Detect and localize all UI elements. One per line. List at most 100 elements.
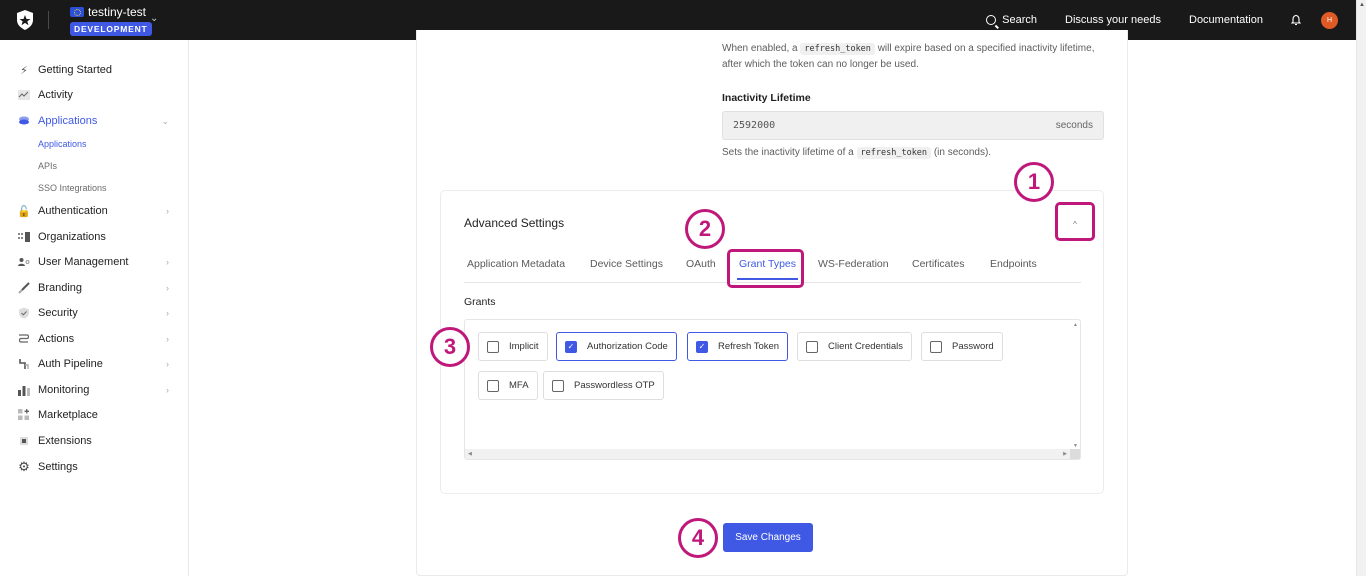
refresh-token-code: refresh_token <box>800 43 875 55</box>
grant-label: Client Credentials <box>828 341 903 352</box>
advanced-settings-title: Advanced Settings <box>464 216 565 230</box>
sidebar-item-label: Auth Pipeline <box>38 358 103 370</box>
marketplace-icon <box>18 409 30 421</box>
chevron-right-icon: › <box>166 283 169 293</box>
chevron-down-icon[interactable]: ⌄ <box>150 13 158 24</box>
grant-implicit[interactable]: Implicit <box>478 332 548 361</box>
sidebar-subitem-sso-integrations[interactable]: SSO Integrations <box>38 183 107 193</box>
advanced-settings-panel: Advanced Settings ^ Application Metadata… <box>440 190 1104 494</box>
eu-flag-icon <box>70 7 84 17</box>
grant-password[interactable]: Password <box>921 332 1003 361</box>
flow-icon <box>18 333 30 345</box>
grant-label: Password <box>952 341 994 352</box>
sidebar-item-extensions[interactable]: Extensions <box>18 431 173 451</box>
sidebar-item-label: Monitoring <box>38 384 90 396</box>
annotation-highlight-grant-types-tab <box>727 249 804 288</box>
shield-icon <box>18 307 30 319</box>
grant-authorization-code[interactable]: ✓ Authorization Code <box>556 332 677 361</box>
save-changes-button[interactable]: Save Changes <box>723 523 813 552</box>
documentation-link[interactable]: Documentation <box>1189 14 1263 26</box>
sidebar-item-organizations[interactable]: Organizations <box>18 227 173 247</box>
tab-endpoints[interactable]: Endpoints <box>990 258 1037 270</box>
grant-passwordless-otp[interactable]: Passwordless OTP <box>543 371 664 400</box>
chevron-right-icon: › <box>166 359 169 369</box>
sidebar: ⚡ Getting Started Activity Applications … <box>0 40 189 576</box>
inactivity-lifetime-input[interactable]: 2592000 seconds <box>722 111 1104 140</box>
activity-chart-icon <box>18 89 30 101</box>
pipeline-icon <box>18 358 30 370</box>
scroll-up-arrow-icon[interactable]: ▲ <box>1073 322 1078 328</box>
lock-icon: 🔓 <box>17 205 31 218</box>
search-icon <box>986 15 997 25</box>
sidebar-item-getting-started[interactable]: ⚡ Getting Started <box>18 60 173 80</box>
grant-label: MFA <box>509 380 529 391</box>
annotation-marker-1: 1 <box>1014 162 1054 202</box>
bell-icon[interactable] <box>1291 14 1301 26</box>
checkbox[interactable] <box>487 340 499 353</box>
search-button[interactable]: Search <box>986 14 1037 26</box>
scroll-up-arrow-icon[interactable]: ▲ <box>1359 2 1365 8</box>
documentation-label: Documentation <box>1189 14 1263 26</box>
sidebar-subitem-applications[interactable]: Applications <box>38 139 87 149</box>
building-icon <box>18 231 30 243</box>
scroll-left-arrow-icon[interactable]: ◀ <box>468 451 472 457</box>
annotation-marker-3: 3 <box>430 327 470 367</box>
scroll-right-arrow-icon[interactable]: ▶ <box>1063 451 1067 457</box>
tab-oauth[interactable]: OAuth <box>686 258 716 270</box>
checkbox[interactable] <box>930 340 942 353</box>
divider <box>48 11 49 29</box>
sidebar-item-activity[interactable]: Activity <box>18 85 173 105</box>
sidebar-item-user-management[interactable]: User Management › <box>18 252 173 272</box>
grant-client-credentials[interactable]: Client Credentials <box>797 332 912 361</box>
tab-ws-federation[interactable]: WS-Federation <box>818 258 889 270</box>
sidebar-item-branding[interactable]: Branding › <box>18 278 173 298</box>
checkbox-checked[interactable]: ✓ <box>696 340 708 353</box>
gear-icon: ⚙ <box>18 459 30 474</box>
sidebar-item-label: Applications <box>38 115 98 127</box>
grants-horizontal-scrollbar[interactable]: ◀ ▶ <box>465 449 1070 459</box>
page-scrollbar[interactable]: ▲ <box>1356 0 1366 576</box>
discuss-needs-link[interactable]: Discuss your needs <box>1065 14 1161 26</box>
users-icon <box>18 256 30 268</box>
chevron-right-icon: › <box>166 308 169 318</box>
checkbox[interactable] <box>487 379 499 392</box>
inactivity-lifetime-value[interactable]: 2592000 <box>733 120 775 131</box>
tab-certificates[interactable]: Certificates <box>912 258 965 270</box>
chevron-down-icon: ⌄ <box>161 115 169 126</box>
sidebar-item-auth-pipeline[interactable]: Auth Pipeline › <box>18 354 173 374</box>
chevron-right-icon: › <box>166 206 169 216</box>
checkbox[interactable] <box>806 340 818 353</box>
sidebar-item-label: Actions <box>38 333 75 345</box>
sidebar-item-marketplace[interactable]: Marketplace <box>18 405 173 425</box>
sidebar-item-actions[interactable]: Actions › <box>18 329 173 349</box>
sidebar-item-monitoring[interactable]: Monitoring › <box>18 380 173 400</box>
sidebar-item-security[interactable]: Security › <box>18 303 173 323</box>
tenant-switcher[interactable]: testiny-test DEVELOPMENT <box>70 5 152 37</box>
layers-icon <box>18 115 30 127</box>
tab-application-metadata[interactable]: Application Metadata <box>467 258 565 270</box>
sidebar-item-applications[interactable]: Applications ⌄ <box>18 111 173 131</box>
sidebar-item-label: Authentication <box>38 205 108 217</box>
grant-refresh-token[interactable]: ✓ Refresh Token <box>687 332 789 361</box>
tab-device-settings[interactable]: Device Settings <box>590 258 663 270</box>
grant-mfa[interactable]: MFA <box>478 371 538 400</box>
refresh-token-expiry-help: When enabled, a refresh_token will expir… <box>722 43 1095 70</box>
grants-vertical-scrollbar[interactable]: ▲ ▼ <box>1070 320 1080 451</box>
scrollbar-corner <box>1070 449 1080 459</box>
grant-label: Passwordless OTP <box>574 380 655 391</box>
user-avatar[interactable]: H <box>1321 11 1338 29</box>
checkbox-checked[interactable]: ✓ <box>565 340 577 353</box>
sidebar-item-settings[interactable]: ⚙ Settings <box>18 457 173 477</box>
auth0-logo-icon[interactable] <box>16 10 34 30</box>
sidebar-subitem-apis[interactable]: APIs <box>38 161 57 171</box>
chevron-right-icon: › <box>166 257 169 267</box>
tenant-name: testiny-test <box>88 5 147 19</box>
grant-label: Refresh Token <box>718 341 780 352</box>
sidebar-item-authentication[interactable]: 🔓 Authentication › <box>17 201 173 221</box>
annotation-marker-2: 2 <box>685 209 725 249</box>
sidebar-item-label: User Management <box>38 256 129 268</box>
checkbox[interactable] <box>552 379 564 392</box>
inactivity-lifetime-label: Inactivity Lifetime <box>722 92 811 104</box>
discuss-label: Discuss your needs <box>1065 14 1161 26</box>
sidebar-item-label: Activity <box>38 89 73 101</box>
